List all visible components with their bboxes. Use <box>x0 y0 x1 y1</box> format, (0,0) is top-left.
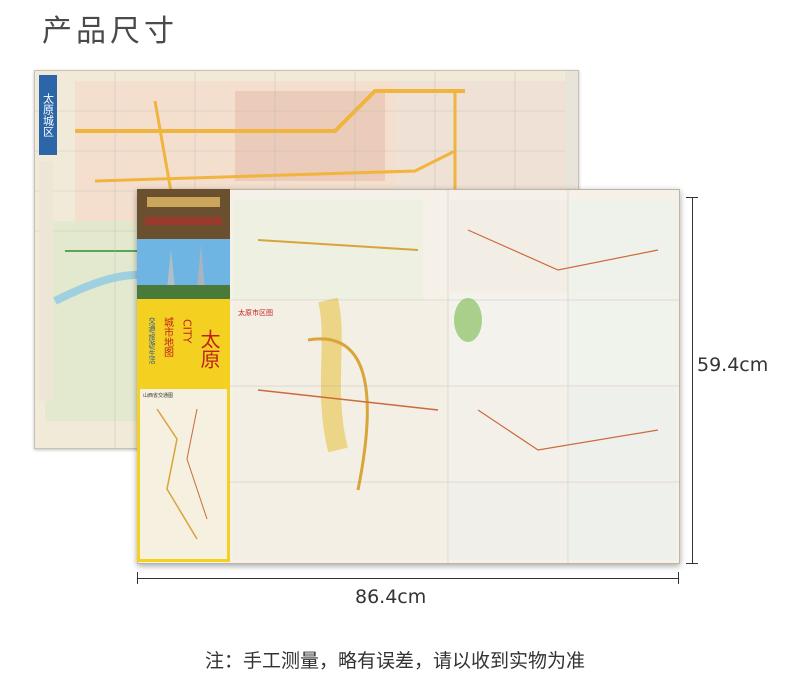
cover-inset-label: 山西省交通图 <box>143 392 173 399</box>
cover-city-name: 太原 <box>197 329 221 369</box>
height-dimension-cap-top <box>686 197 698 198</box>
cover-tagline: 交通/旅游/生活 <box>148 316 156 365</box>
cover-map-type: 城市地图 <box>162 317 174 358</box>
cover-photo <box>137 189 230 299</box>
measurement-note: 注：手工测量，略有误差，请以收到实物为准 <box>204 650 585 672</box>
height-dimension-line <box>692 197 693 563</box>
height-dimension-cap-bottom <box>686 563 698 564</box>
width-label: 86.4cm <box>355 586 427 608</box>
cover-text-block: 太原 CITY 城市地图 交通/旅游/生活 山西省交通图 <box>137 299 230 562</box>
width-dimension-cap-right <box>678 572 679 584</box>
map-cover: 太原 CITY 城市地图 交通/旅游/生活 山西省交通图 <box>137 189 230 562</box>
height-label: 59.4cm <box>697 354 769 376</box>
front-map-label: 太原市区图 <box>238 308 273 317</box>
width-dimension-cap-left <box>137 572 138 584</box>
width-dimension-line <box>137 578 678 579</box>
cover-subtitle: CITY <box>181 319 194 344</box>
back-map-label: 太原城区 <box>42 93 55 137</box>
page-title: 产品尺寸 <box>42 14 178 49</box>
